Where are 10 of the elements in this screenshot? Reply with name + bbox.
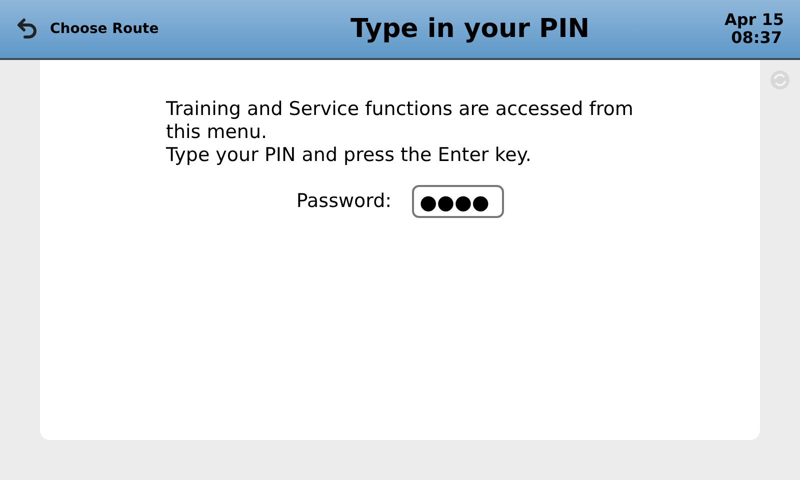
instruction-text: Training and Service functions are accessed from this menu. [166,98,634,144]
time-text: 08:37 [731,29,783,47]
password-field[interactable]: ●●●● [412,185,504,218]
password-label: Password: [296,189,392,214]
page-title: Type in your PIN [349,12,591,46]
date-text: Apr 15 [724,11,784,29]
back-arrow-icon [16,17,38,41]
back-button[interactable]: Choose Route [16,17,256,41]
instruction-text: Type your PIN and press the Enter key. [166,144,532,167]
refresh-icon[interactable] [770,70,790,90]
